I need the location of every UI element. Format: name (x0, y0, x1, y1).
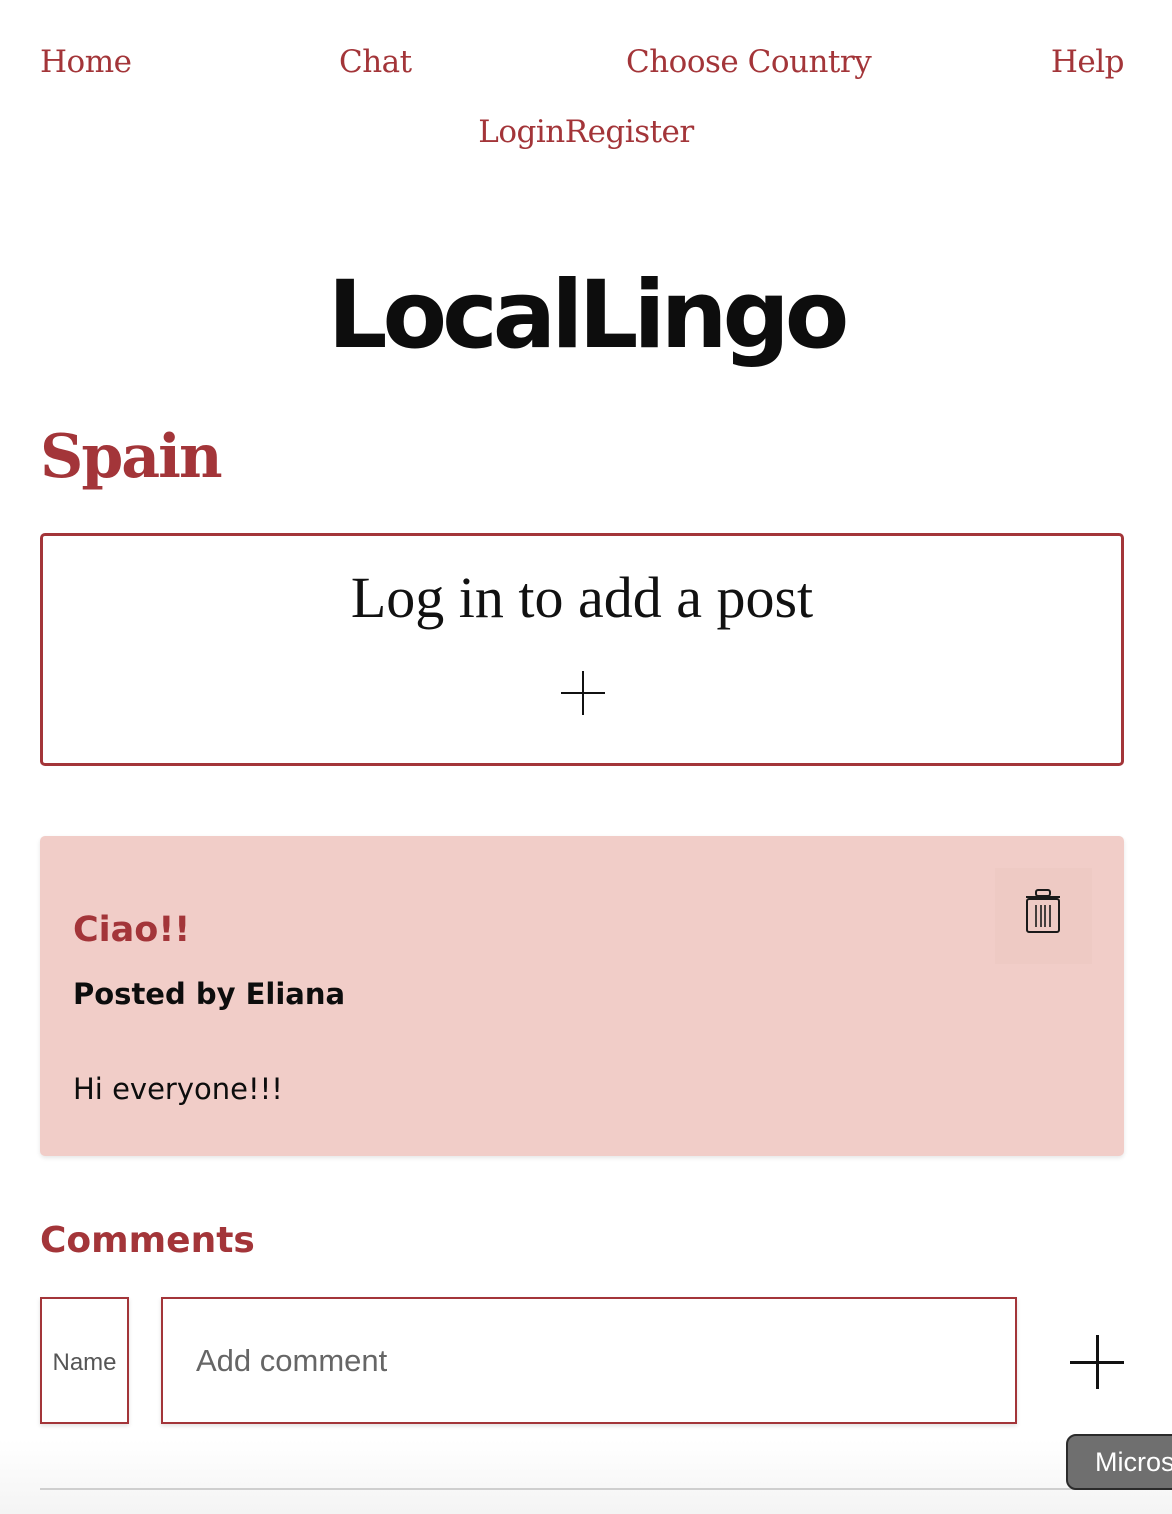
country-title: Spain (40, 422, 223, 492)
comments-heading: Comments (40, 1220, 255, 1261)
nav-choose-country-link[interactable]: Choose Country (626, 44, 872, 80)
add-comment-button[interactable] (1070, 1335, 1124, 1389)
nav-register-link[interactable]: Register (565, 114, 694, 150)
nav-chat-link[interactable]: Chat (339, 44, 412, 80)
plus-icon (561, 671, 605, 715)
post-body: Hi everyone!!! (73, 1072, 283, 1106)
nav-login-link[interactable]: Login (478, 114, 565, 150)
comment-name-label: Name (52, 1349, 117, 1376)
nav-help-link[interactable]: Help (1051, 44, 1125, 80)
trash-icon (1026, 889, 1060, 933)
post-title: Ciao!! (73, 910, 191, 950)
post-card: Ciao!! Posted by Eliana Hi everyone!!! (40, 836, 1124, 1156)
brand-title: LocalLingo (327, 261, 850, 370)
bottom-fade (0, 1440, 1172, 1514)
comment-name-field[interactable]: Name (40, 1297, 129, 1424)
comment-input[interactable] (161, 1297, 1017, 1424)
nav-home-link[interactable]: Home (40, 44, 132, 80)
auth-links: LoginRegister (0, 114, 1172, 150)
delete-post-button[interactable] (995, 868, 1092, 964)
post-author: Posted by Eliana (73, 977, 346, 1011)
overlay-pill[interactable]: Micros (1066, 1434, 1172, 1490)
divider (40, 1488, 1124, 1490)
add-post-button[interactable]: Log in to add a post (40, 533, 1124, 766)
add-post-label: Log in to add a post (350, 565, 814, 630)
